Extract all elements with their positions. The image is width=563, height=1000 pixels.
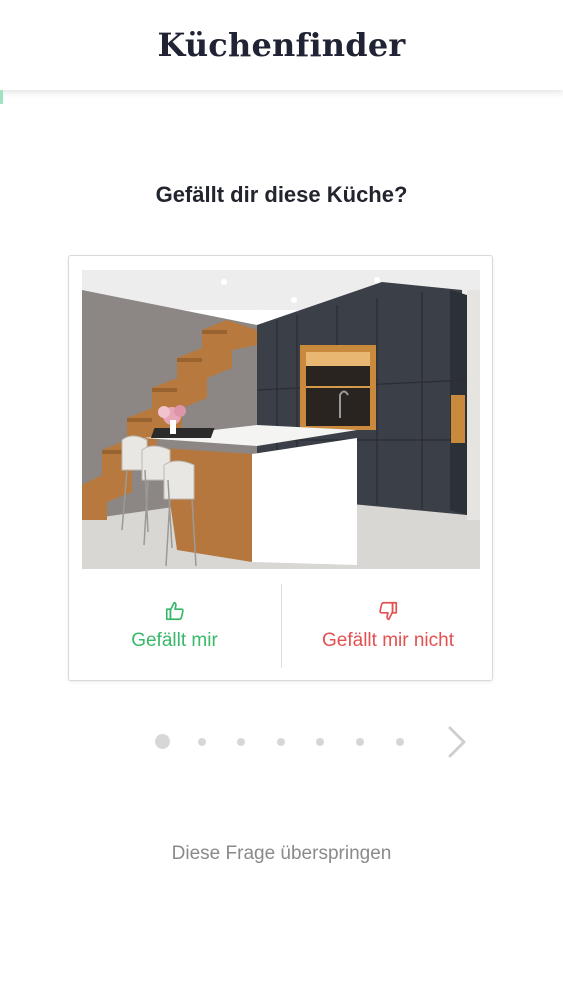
page-dot[interactable] [198, 738, 206, 746]
pagination [0, 724, 563, 760]
like-button[interactable]: Gefällt mir [69, 584, 280, 668]
thumbs-up-icon [165, 601, 184, 621]
dislike-button[interactable]: Gefällt mir nicht [282, 584, 494, 668]
kitchen-card: Gefällt mir Gefällt mir nicht [68, 255, 493, 681]
page-dot[interactable] [356, 738, 364, 746]
page-dot[interactable] [237, 738, 245, 746]
page-dot[interactable] [316, 738, 324, 746]
skip-question-link[interactable]: Diese Frage überspringen [0, 843, 563, 865]
page-dot[interactable] [277, 738, 285, 746]
question-title: Gefällt dir diese Küche? [155, 182, 408, 207]
page-dot[interactable] [396, 738, 404, 746]
chevron-right-icon[interactable] [444, 724, 470, 760]
dislike-label: Gefällt mir nicht [322, 630, 454, 651]
page-dot-active[interactable] [155, 734, 170, 749]
kitchen-photo [82, 270, 480, 569]
thumbs-down-icon [379, 601, 398, 621]
like-label: Gefällt mir [131, 630, 218, 651]
accent-line [0, 90, 3, 104]
header-bar: Küchenfinder [0, 0, 563, 90]
app-title: Küchenfinder [157, 26, 406, 64]
